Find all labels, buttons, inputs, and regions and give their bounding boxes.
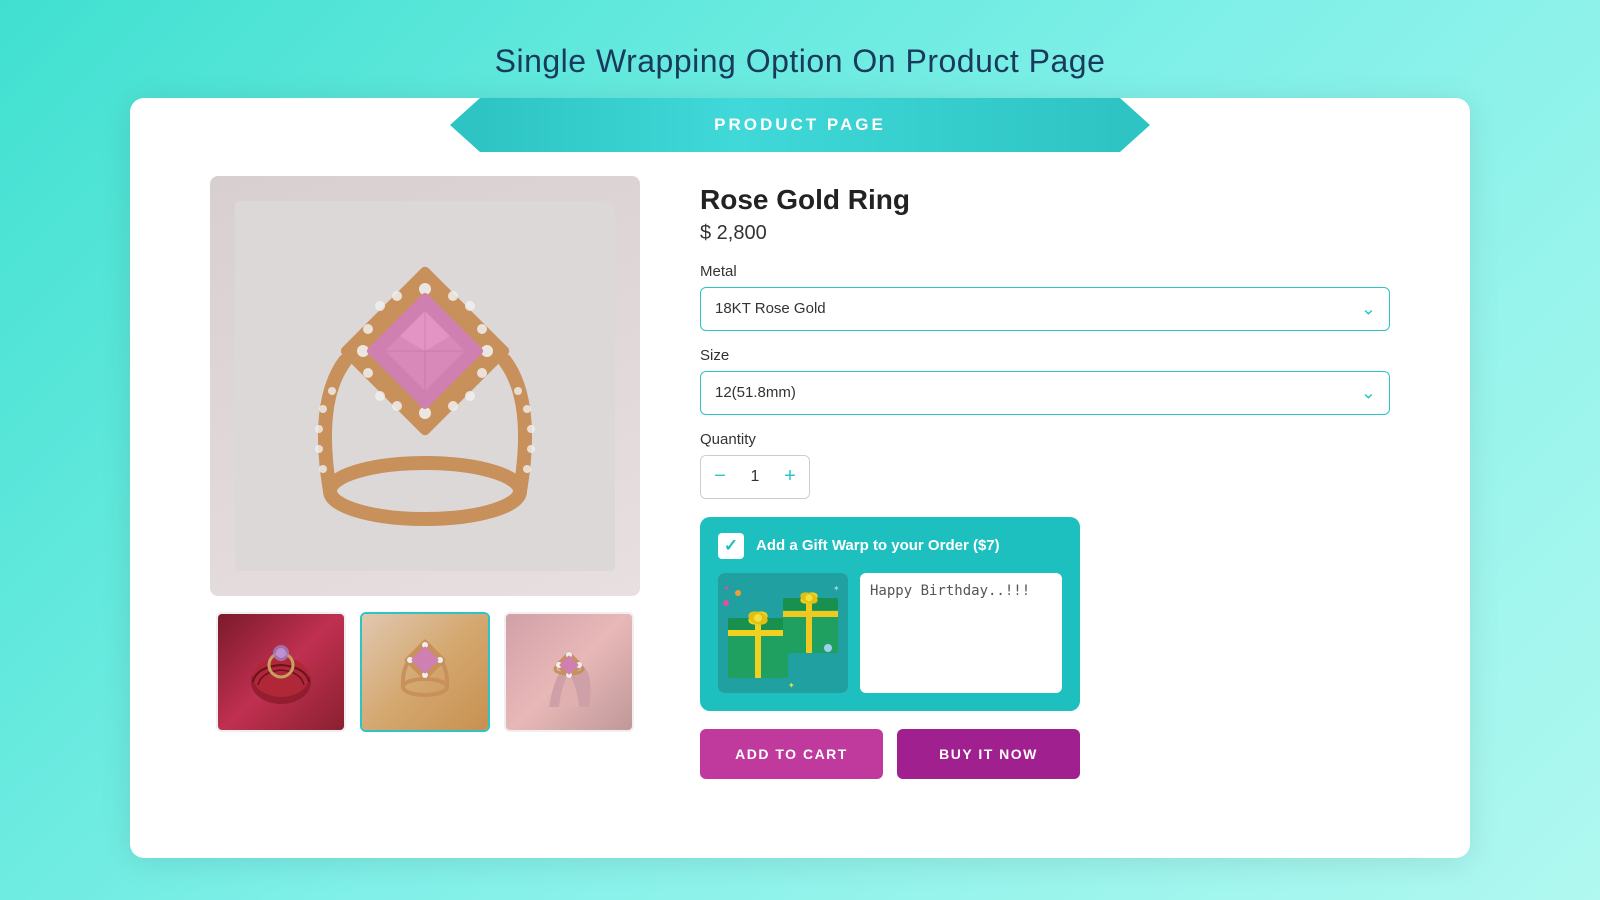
gift-wrap-header: ✓ Add a Gift Warp to your Order ($7) bbox=[718, 533, 1062, 559]
product-details: Rose Gold Ring $ 2,800 Metal 18KT Rose G… bbox=[700, 176, 1390, 779]
action-buttons: ADD TO CART BUY IT NOW bbox=[700, 729, 1080, 779]
main-content: Rose Gold Ring $ 2,800 Metal 18KT Rose G… bbox=[130, 176, 1470, 779]
thumbnail-3[interactable] bbox=[504, 612, 634, 732]
thumbnail-list bbox=[216, 612, 634, 732]
banner-wrap: PRODUCT PAGE bbox=[130, 98, 1470, 152]
quantity-increase-button[interactable]: + bbox=[771, 456, 809, 498]
quantity-value: 1 bbox=[739, 468, 771, 486]
gift-message-input[interactable] bbox=[860, 573, 1062, 693]
product-name: Rose Gold Ring bbox=[700, 184, 1390, 216]
quantity-decrease-button[interactable]: − bbox=[701, 456, 739, 498]
banner: PRODUCT PAGE bbox=[480, 98, 1120, 152]
buy-it-now-button[interactable]: BUY IT NOW bbox=[897, 729, 1080, 779]
quantity-label: Quantity bbox=[700, 431, 1390, 448]
svg-text:✦: ✦ bbox=[833, 584, 840, 593]
size-select[interactable]: 6(51.8mm) 7(53.0mm) 8(54.3mm) 10(56.0mm)… bbox=[700, 371, 1390, 415]
metal-label: Metal bbox=[700, 263, 1390, 280]
gift-wrap-checkbox[interactable]: ✓ bbox=[718, 533, 744, 559]
size-select-wrap: 6(51.8mm) 7(53.0mm) 8(54.3mm) 10(56.0mm)… bbox=[700, 371, 1390, 415]
product-card: PRODUCT PAGE bbox=[130, 98, 1470, 858]
gift-wrap-title: Add a Gift Warp to your Order ($7) bbox=[756, 537, 1000, 554]
quantity-control: − 1 + bbox=[700, 455, 810, 499]
page-title: Single Wrapping Option On Product Page bbox=[495, 43, 1106, 80]
svg-text:✦: ✦ bbox=[723, 584, 730, 593]
banner-label: PRODUCT PAGE bbox=[714, 115, 886, 135]
checkbox-check-icon: ✓ bbox=[724, 536, 738, 556]
gift-wrap-image: ✦ ✦ ✦ bbox=[718, 573, 848, 693]
size-label: Size bbox=[700, 347, 1390, 364]
add-to-cart-button[interactable]: ADD TO CART bbox=[700, 729, 883, 779]
metal-select-wrap: 18KT Rose Gold 14KT Rose Gold 18KT White… bbox=[700, 287, 1390, 331]
thumbnail-2[interactable] bbox=[360, 612, 490, 732]
main-product-image bbox=[210, 176, 640, 596]
product-price: $ 2,800 bbox=[700, 222, 1390, 245]
thumbnail-1[interactable] bbox=[216, 612, 346, 732]
gift-wrap-section: ✓ Add a Gift Warp to your Order ($7) bbox=[700, 517, 1080, 711]
metal-select[interactable]: 18KT Rose Gold 14KT Rose Gold 18KT White… bbox=[700, 287, 1390, 331]
svg-text:✦: ✦ bbox=[788, 681, 795, 690]
product-images bbox=[210, 176, 640, 732]
gift-wrap-content: ✦ ✦ ✦ bbox=[718, 573, 1062, 693]
